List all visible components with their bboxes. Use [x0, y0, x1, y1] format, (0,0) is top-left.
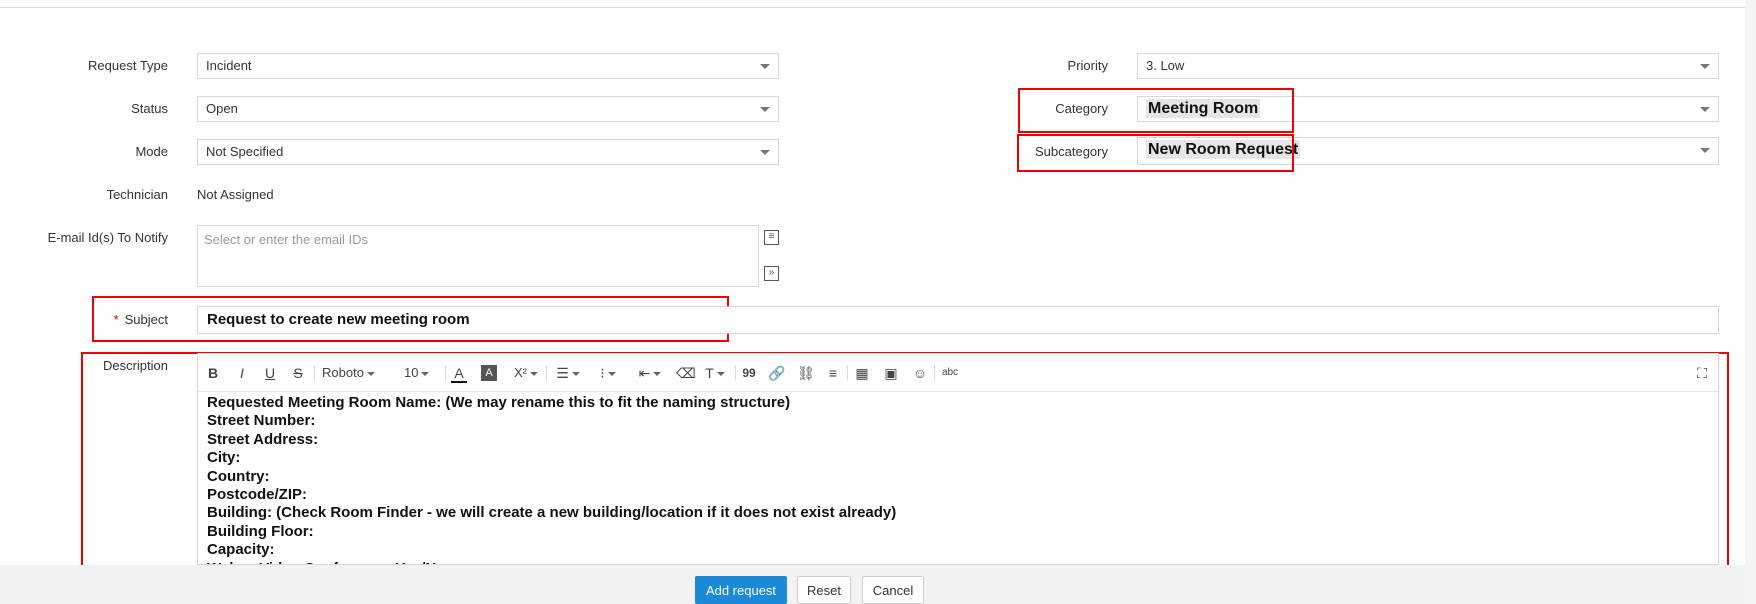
request-type-select[interactable]: Incident	[197, 53, 779, 79]
description-line: Street Address:	[207, 430, 319, 448]
underline-button[interactable]: U	[263, 363, 277, 383]
chevron-down-icon	[366, 371, 375, 376]
highlight-color-button[interactable]: A	[481, 365, 497, 381]
chevron-down-icon	[1700, 107, 1710, 112]
subject-label-text: Subject	[124, 312, 168, 327]
indent-dropdown[interactable]: ⇤	[635, 363, 665, 383]
chevron-down-icon	[1700, 64, 1710, 69]
description-line: Building: (Check Room Finder - we will c…	[207, 504, 897, 522]
strikethrough-button[interactable]: S	[291, 363, 305, 383]
image-icon[interactable]: ▣	[882, 363, 900, 383]
status-value: Open	[206, 101, 238, 116]
chevron-down-icon	[760, 107, 770, 112]
description-label: Description	[102, 358, 168, 373]
technician-label: Technician	[106, 187, 168, 202]
description-content[interactable]: Requested Meeting Room Name: (We may ren…	[198, 392, 1718, 564]
list-dropdown[interactable]: ⁝	[593, 363, 623, 383]
description-editor[interactable]: B I U S Roboto 10 A A X² ☰ ⁝ ⇤ ⌫ T 99 🔗 …	[197, 353, 1719, 565]
description-line: Country:	[207, 467, 270, 485]
email-notify-input[interactable]: Select or enter the email IDs	[197, 225, 759, 287]
status-label: Status	[131, 101, 168, 116]
mode-value: Not Specified	[206, 144, 284, 159]
technician-value[interactable]: Not Assigned	[197, 187, 274, 202]
bold-button[interactable]: B	[206, 363, 220, 383]
align-dropdown[interactable]: ☰	[553, 363, 583, 383]
mode-label: Mode	[135, 144, 168, 159]
text-color-button[interactable]: A	[451, 363, 467, 383]
unlink-icon[interactable]: ⛓	[797, 363, 815, 383]
chevron-down-icon	[716, 372, 725, 377]
priority-select[interactable]: 3. Low	[1137, 53, 1719, 79]
chevron-down-icon	[571, 372, 580, 377]
outdent-icon: ⇤	[638, 365, 651, 381]
font-family-value: Roboto	[322, 365, 364, 380]
chevron-down-icon	[607, 372, 616, 377]
toolbar-separator	[934, 365, 935, 381]
chevron-down-icon	[760, 150, 770, 155]
expand-double-chevron-icon[interactable]: »	[764, 266, 779, 281]
page-scrollbar[interactable]	[1745, 0, 1756, 604]
description-line: Building Floor:	[207, 522, 314, 540]
chevron-down-icon	[421, 371, 430, 376]
chevron-down-icon	[530, 371, 538, 376]
description-line: Requested Meeting Room Name: (We may ren…	[207, 394, 791, 411]
toolbar-separator	[314, 365, 315, 381]
top-divider	[0, 7, 1745, 8]
description-line: Street Number:	[207, 412, 316, 430]
editor-toolbar: B I U S Roboto 10 A A X² ☰ ⁝ ⇤ ⌫ T 99 🔗 …	[198, 354, 1718, 392]
clear-format-dropdown[interactable]: T	[701, 363, 729, 383]
mode-select[interactable]: Not Specified	[197, 139, 779, 165]
spellcheck-icon[interactable]: abc	[939, 363, 961, 383]
toolbar-separator	[546, 365, 547, 381]
required-mark: *	[113, 312, 119, 327]
toolbar-separator	[735, 365, 736, 381]
priority-value: 3. Low	[1146, 58, 1185, 73]
font-size-dropdown[interactable]: 10	[404, 363, 440, 383]
annotation-box-subcategory	[1017, 134, 1294, 172]
reset-button[interactable]: Reset	[797, 576, 851, 604]
emoji-icon[interactable]: ☺	[911, 363, 929, 383]
link-icon[interactable]: 🔗	[768, 363, 786, 383]
bullet-list-icon: ⁝	[600, 365, 605, 381]
add-request-button[interactable]: Add request	[695, 576, 787, 604]
line-height-icon[interactable]: ≡	[824, 363, 842, 383]
toolbar-separator	[847, 365, 848, 381]
toolbar-separator	[445, 365, 446, 381]
fullscreen-icon[interactable]: ⛶	[1694, 363, 1710, 383]
address-book-icon[interactable]: ≡	[764, 230, 779, 245]
clear-format-icon: T	[705, 365, 714, 381]
eraser-icon[interactable]: ⌫	[676, 363, 696, 383]
description-line: City:	[207, 449, 241, 467]
subject-label: * Subject	[8, 312, 168, 327]
table-icon[interactable]: ▦	[853, 363, 871, 383]
subject-input[interactable]: Request to create new meeting room	[197, 306, 1719, 334]
request-type-value: Incident	[206, 58, 252, 73]
chevron-down-icon	[760, 64, 770, 69]
align-left-icon: ☰	[556, 365, 569, 381]
description-line: Capacity:	[207, 541, 275, 559]
status-select[interactable]: Open	[197, 96, 779, 122]
annotation-box-category	[1018, 88, 1294, 133]
description-line: Postcode/ZIP:	[207, 486, 308, 504]
priority-label: Priority	[1067, 58, 1108, 73]
blockquote-icon[interactable]: 99	[740, 363, 758, 383]
superscript-icon: X²	[514, 365, 527, 380]
superscript-dropdown[interactable]: X²	[509, 363, 543, 383]
chevron-down-icon	[1700, 148, 1710, 153]
email-notify-label: E-mail Id(s) To Notify	[47, 230, 168, 245]
chevron-down-icon	[653, 372, 662, 377]
font-family-dropdown[interactable]: Roboto	[322, 363, 390, 383]
cancel-button[interactable]: Cancel	[862, 576, 924, 604]
italic-button[interactable]: I	[235, 363, 249, 383]
request-type-label: Request Type	[88, 58, 168, 73]
font-size-value: 10	[404, 365, 419, 380]
